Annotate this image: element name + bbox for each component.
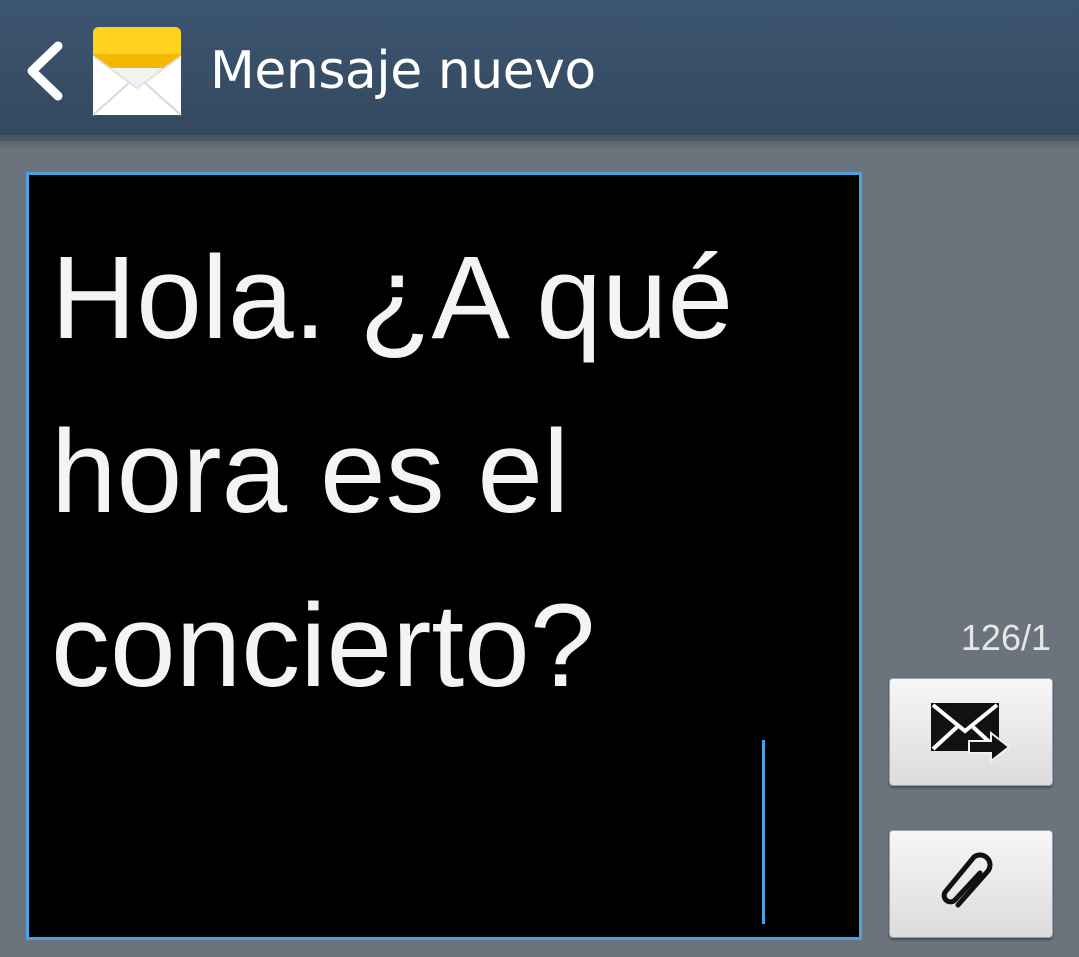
envelope-app-icon	[92, 26, 182, 116]
character-counter: 126/1	[960, 617, 1051, 658]
attach-button[interactable]	[889, 830, 1053, 938]
header-divider	[0, 141, 1079, 151]
send-message-icon	[931, 703, 1011, 763]
page-title: Mensaje nuevo	[210, 41, 596, 101]
chevron-left-icon	[27, 41, 63, 101]
text-cursor	[762, 740, 765, 924]
back-button[interactable]	[18, 36, 74, 106]
send-button[interactable]	[889, 678, 1053, 786]
paperclip-icon	[941, 852, 993, 908]
action-bar: Mensaje nuevo	[0, 0, 1079, 141]
message-input[interactable]: Hola. ¿A qué hora es el concierto?	[26, 172, 862, 940]
message-text[interactable]: Hola. ¿A qué hora es el concierto?	[51, 211, 841, 911]
